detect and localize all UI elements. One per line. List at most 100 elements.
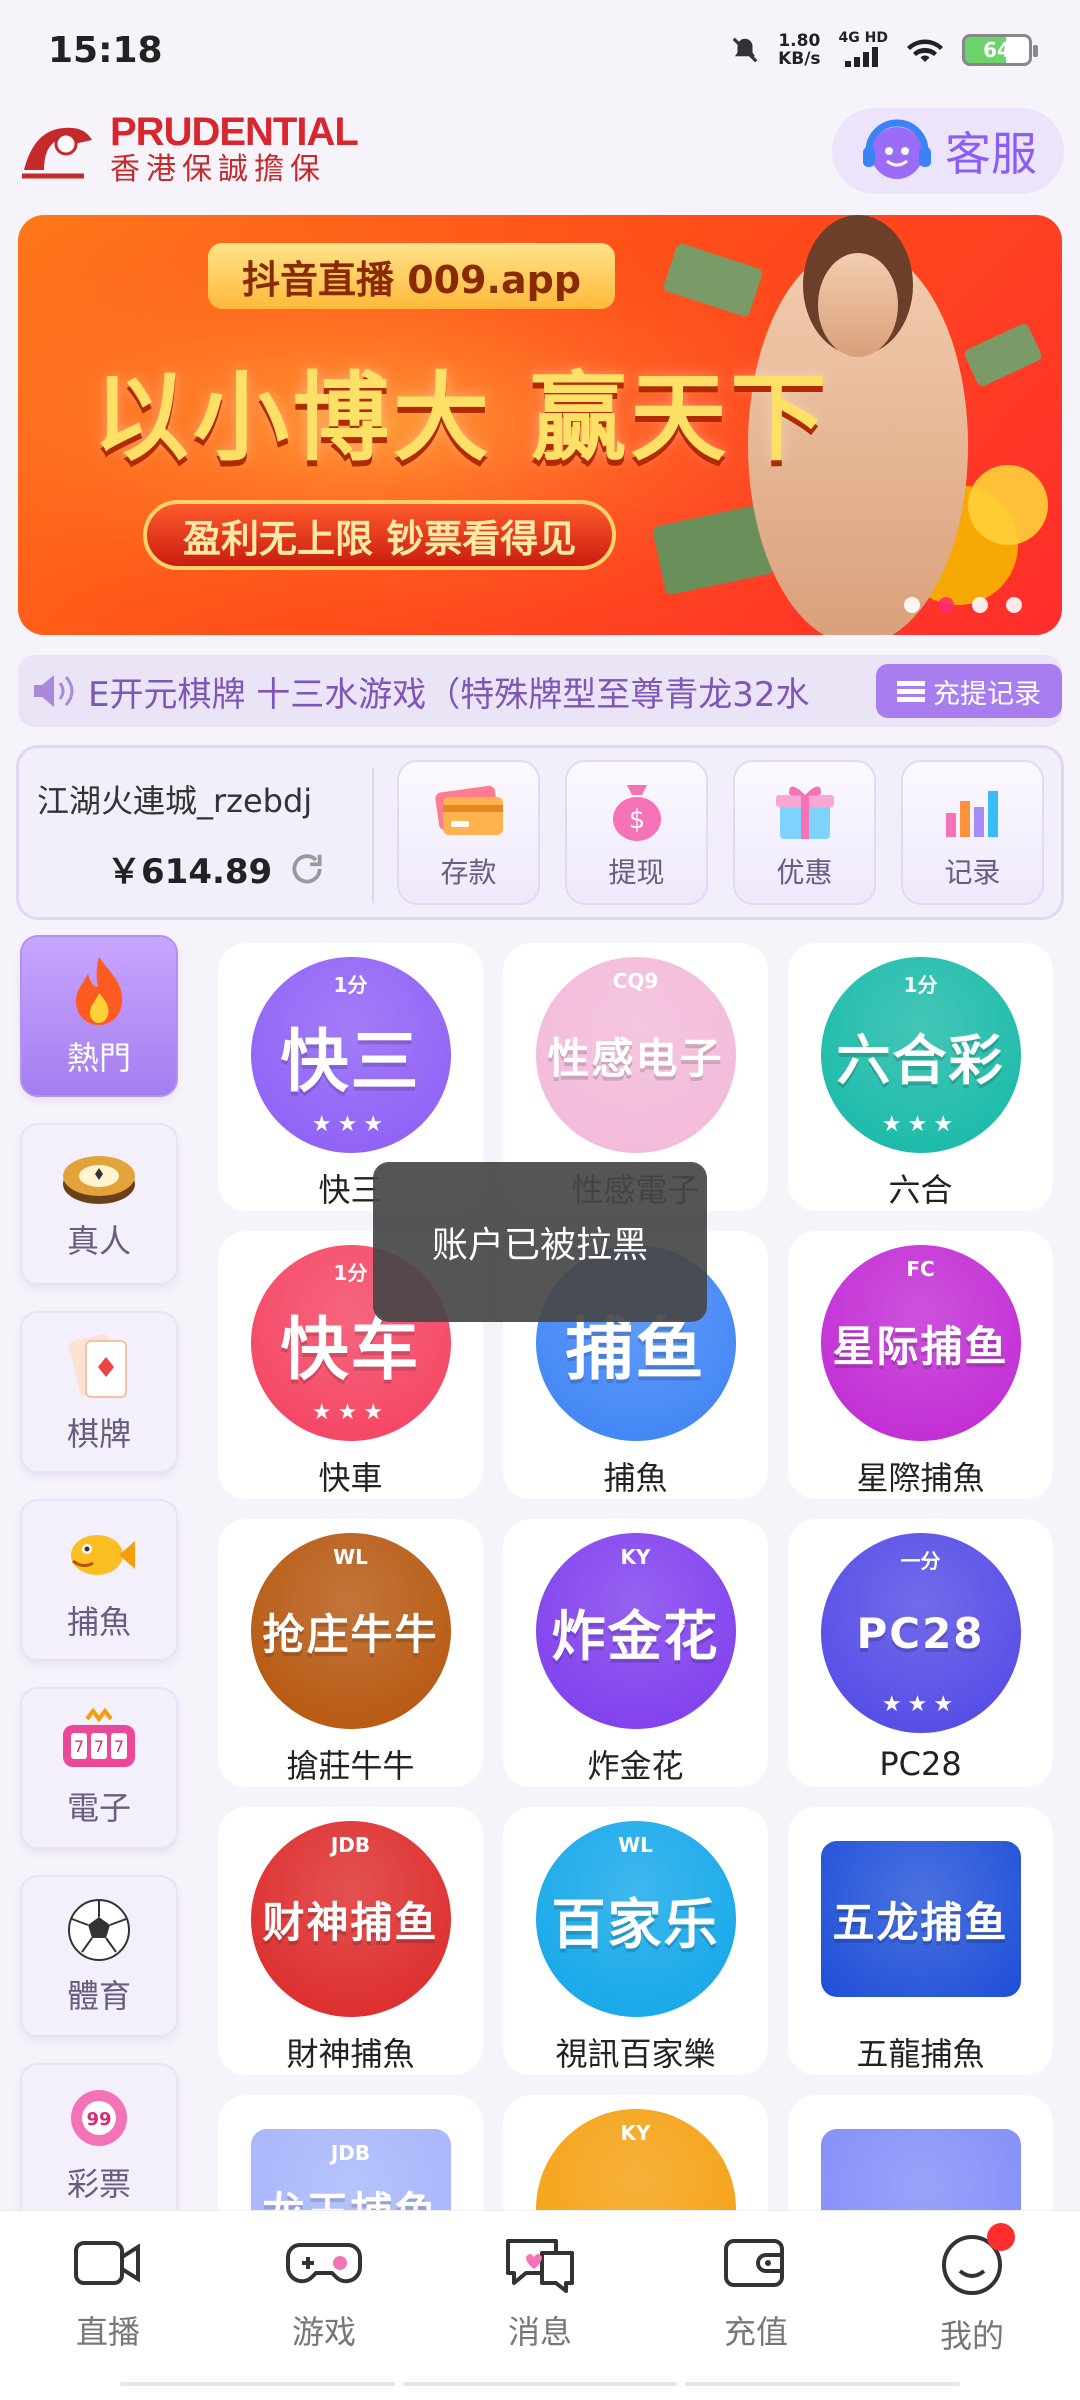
wallet-actions: 存款 $ 提现 优惠 记录 [397,760,1044,905]
game-tile[interactable]: JDB 财神捕鱼 財神捕魚 [218,1807,483,2075]
game-name: 六合 [888,1171,953,1209]
record-label: 充提记录 [933,678,1041,710]
nav-profile[interactable]: 我的 [887,2223,1057,2400]
withdraw-button[interactable]: $ 提现 [565,760,708,905]
gesture-bar [120,2382,961,2390]
game-provider-tag: FC [906,1257,935,1281]
game-tile[interactable]: WL 抢庄牛牛 搶莊牛牛 [218,1519,483,1787]
category-lottery[interactable]: 99 彩票 [20,2063,178,2225]
nav-label: 充值 [723,2313,788,2351]
game-tile[interactable]: KY 炸金花 炸金花 [503,1519,768,1787]
game-logo-icon: WL 抢庄牛牛 [250,1533,451,1729]
speaker-icon [34,675,74,707]
records-label: 记录 [944,855,1001,889]
announcement-text: E开元棋牌 十三水游戏（特殊牌型至尊青龙32水 [88,674,810,715]
svg-text:$: $ [628,805,645,835]
game-tile[interactable]: WL 百家乐 視訊百家樂 [503,1807,768,2075]
banner-headline: 以小博大 赢天下 [93,362,831,474]
game-tile[interactable]: FC 星际捕鱼 星際捕魚 [788,1231,1053,1499]
signal-icon [845,47,879,67]
chip-icon [63,1156,135,1204]
game-name: 快車 [318,1459,383,1497]
category-hot[interactable]: 熱門 [20,935,178,1097]
banner-pagination [904,597,1022,613]
stars-icon: ★★★ [311,1112,390,1137]
category-label: 彩票 [66,2165,131,2203]
card-icon [434,785,503,835]
stars-icon: ★★★ [881,1112,960,1137]
divider [372,768,374,903]
category-chess-cards[interactable]: 棋牌 [20,1311,178,1473]
game-logo-icon: 1分 六合彩 ★★★ [820,957,1021,1153]
pagination-dot[interactable] [904,597,920,613]
records-button[interactable]: 记录 [901,760,1044,905]
game-provider-tag: JDB [330,1833,371,1857]
card-icon [68,1334,127,1398]
nav-games[interactable]: 游戏 [239,2233,409,2400]
lottery-ball-icon: 99 [71,2090,127,2146]
system-icons: 1.80 KB/s 4G HD 64 [730,29,1038,71]
game-logo-icon: JDB 财神捕鱼 [250,1821,451,2017]
category-label: 棋牌 [66,1415,131,1453]
game-provider-tag: CQ9 [612,969,659,993]
status-bar: 15:18 1.80 KB/s 4G HD 64 [0,0,1080,100]
deposit-button[interactable]: 存款 [397,760,540,905]
promotions-label: 优惠 [776,855,833,889]
game-logo-text: 财神捕鱼 [262,1897,439,1947]
pagination-dot[interactable] [938,597,954,613]
nav-messages[interactable]: 消息 [455,2233,625,2400]
prudential-logo-icon [22,127,92,179]
game-provider-tag: KY [620,2121,651,2145]
brand-logo: PRUDENTIAL 香港保誠擔保 [14,110,359,190]
category-sports[interactable]: 體育 [20,1875,178,2037]
game-name: PC28 [879,1745,962,1783]
game-logo-icon: 1分 快三 ★★★ [250,957,451,1153]
game-logo-icon: 一分 PC28 ★★★ [820,1533,1021,1733]
game-logo-text: 星际捕鱼 [832,1321,1009,1371]
category-label: 捕魚 [66,1603,131,1641]
game-provider-tag: JDB [330,2141,371,2165]
game-logo-text: 六合彩 [836,1028,1005,1092]
game-tile[interactable]: 1分 六合彩 ★★★ 六合 [788,943,1053,1211]
mute-icon [732,37,758,63]
customer-service-label: 客服 [945,127,1037,181]
deposit-withdraw-record-button[interactable]: 充提记录 [876,664,1062,718]
game-name: 炸金花 [587,1747,684,1785]
nav-live[interactable]: 直播 [23,2233,193,2400]
account-card: 江湖火連城_rzebdj ￥614.89 存款 $ 提现 优惠 记录 [16,745,1064,920]
svg-text:7: 7 [114,1737,124,1756]
game-grid: 1分快三★★★快三CQ9性感电子性感電子1分六合彩★★★六合1分快车★★★快車捕… [218,943,1058,2363]
game-logo-text: 五龙捕鱼 [832,1897,1009,1947]
money-bag-icon: $ [612,784,661,841]
promo-banner[interactable]: 抖音直播 009.app 以小博大 赢天下 盈利无上限 钞票看得见 [18,215,1062,635]
pagination-dot[interactable] [1006,597,1022,613]
customer-service-button[interactable]: 客服 [832,108,1064,194]
game-tile[interactable]: 一分 PC28 ★★★ PC28 [788,1519,1053,1787]
category-label: 真人 [66,1222,131,1260]
game-logo-icon: FC 星际捕鱼 [820,1245,1021,1441]
game-name: 捕魚 [603,1459,668,1497]
refresh-icon[interactable] [288,850,326,888]
category-label: 熱門 [66,1039,131,1077]
category-fishing[interactable]: 捕魚 [20,1499,178,1661]
pagination-dot[interactable] [972,597,988,613]
clock: 15:18 [48,29,163,71]
promotions-button[interactable]: 优惠 [733,760,876,905]
category-label: 體育 [66,1977,131,2015]
announcement-marquee[interactable]: E开元棋牌 十三水游戏（特殊牌型至尊青龙32水 充提记录 [18,655,1062,727]
game-provider-tag: WL [333,1545,368,1569]
category-live[interactable]: 真人 [20,1123,178,1285]
game-tile[interactable]: 五龙捕鱼 五龍捕魚 [788,1807,1053,2075]
battery-level: 64 [983,38,1011,62]
battery-icon: 64 [962,34,1038,66]
game-logo-text: 性感电子 [547,1033,724,1083]
balance-amount: ￥614.89 [107,852,273,892]
game-name: 五龍捕魚 [856,2035,985,2073]
game-provider-tag: WL [618,1833,653,1857]
category-slots[interactable]: 777 電子 [20,1687,178,1849]
nav-label: 我的 [939,2317,1004,2355]
game-provider-tag: 1分 [333,1261,368,1285]
slot-icon: 777 [63,1707,135,1767]
nav-recharge[interactable]: 充值 [671,2233,841,2400]
game-logo-icon: 五龙捕鱼 [820,1841,1021,1997]
